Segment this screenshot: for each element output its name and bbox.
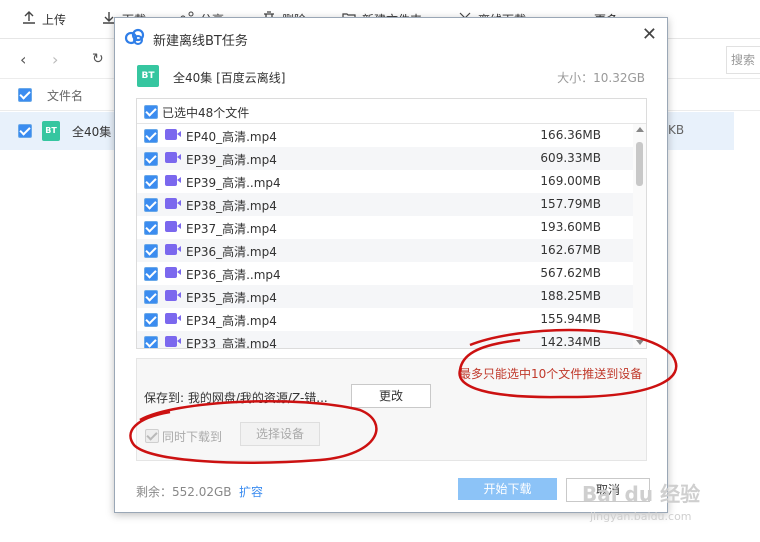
close-icon[interactable]: ✕ bbox=[642, 24, 657, 45]
file-size: 155.94MB bbox=[540, 312, 601, 326]
file-list-row[interactable]: EP36_高清.mp4 162.67MB bbox=[137, 239, 633, 262]
file-name: EP37_高清.mp4 bbox=[186, 222, 277, 236]
video-file-icon bbox=[165, 221, 181, 232]
download-settings-panel: 最多只能选中10个文件推送到设备 保存到: 我的网盘/我的资源/Z-错... 更… bbox=[136, 358, 647, 461]
video-file-icon bbox=[165, 129, 181, 140]
file-size: 609.33MB bbox=[540, 151, 601, 165]
selected-count-label: 已选中48个文件 bbox=[162, 106, 250, 120]
file-list: EP40_高清.mp4 166.36MB EP39_高清.mp4 609.33MB EP… bbox=[137, 124, 633, 348]
file-checkbox[interactable] bbox=[144, 313, 158, 327]
file-name: EP36_高清.mp4 bbox=[186, 245, 277, 259]
file-checkbox[interactable] bbox=[144, 129, 158, 143]
file-checkbox[interactable] bbox=[144, 198, 158, 212]
scroll-up-icon[interactable] bbox=[636, 127, 644, 132]
file-checkbox[interactable] bbox=[144, 290, 158, 304]
free-space-label: 剩余：552.02GB bbox=[136, 485, 232, 499]
file-checkbox[interactable] bbox=[144, 152, 158, 166]
video-file-icon bbox=[165, 290, 181, 301]
select-device-button[interactable]: 选择设备 bbox=[240, 422, 320, 446]
video-file-icon bbox=[165, 313, 181, 324]
file-list-row[interactable]: EP36_高清..mp4 567.62MB bbox=[137, 262, 633, 285]
file-name: EP35_高清.mp4 bbox=[186, 291, 277, 305]
baidu-cloud-logo-icon bbox=[124, 28, 146, 46]
video-file-icon bbox=[165, 152, 181, 163]
file-checkbox[interactable] bbox=[144, 221, 158, 235]
file-list-row[interactable]: EP39_高清.mp4 609.33MB bbox=[137, 147, 633, 170]
video-file-icon bbox=[165, 336, 181, 347]
file-list-row[interactable]: EP40_高清.mp4 166.36MB bbox=[137, 124, 633, 147]
file-list-row[interactable]: EP38_高清.mp4 157.79MB bbox=[137, 193, 633, 216]
select-all-row[interactable]: 已选中48个文件 bbox=[137, 99, 646, 124]
select-all-checkbox[interactable] bbox=[18, 88, 32, 102]
file-list-scrollbar[interactable] bbox=[633, 124, 646, 348]
file-name: EP40_高清.mp4 bbox=[186, 130, 277, 144]
file-row-checkbox[interactable] bbox=[18, 124, 32, 138]
file-size: 162.67MB bbox=[540, 243, 601, 257]
expand-storage-link[interactable]: 扩容 bbox=[239, 483, 263, 500]
video-file-icon bbox=[165, 198, 181, 209]
file-size: 193.60MB bbox=[540, 220, 601, 234]
file-checkbox[interactable] bbox=[144, 267, 158, 281]
scroll-down-icon[interactable] bbox=[636, 340, 644, 345]
back-button[interactable]: ‹ bbox=[20, 50, 26, 69]
save-path-label: 保存到: 我的网盘/我的资源/Z-错... bbox=[144, 391, 328, 405]
file-list-row[interactable]: EP35_高清.mp4 188.25MB bbox=[137, 285, 633, 308]
select-all-files-checkbox[interactable] bbox=[144, 105, 158, 119]
file-size: 157.79MB bbox=[540, 197, 601, 211]
file-list-row[interactable]: EP39_高清..mp4 169.00MB bbox=[137, 170, 633, 193]
forward-button[interactable]: › bbox=[52, 50, 58, 69]
upload-icon bbox=[22, 10, 36, 28]
file-checkbox[interactable] bbox=[144, 336, 158, 348]
file-size: 166.36MB bbox=[540, 128, 601, 142]
upload-button[interactable]: 上传 bbox=[22, 10, 66, 28]
sync-download-label: 同时下载到 bbox=[162, 430, 223, 444]
new-bt-task-dialog: 新建离线BT任务 ✕ BT 全40集 [百度云离线] 大小：10.32GB 已选… bbox=[114, 17, 668, 513]
file-list-row[interactable]: EP33_高清.mp4 142.34MB bbox=[137, 331, 633, 348]
file-name: EP38_高清.mp4 bbox=[186, 199, 277, 213]
file-name: EP33_高清.mp4 bbox=[186, 337, 277, 348]
refresh-button[interactable]: ↻ bbox=[92, 51, 104, 67]
column-header-filename[interactable]: 文件名 bbox=[47, 87, 83, 104]
dialog-title: 新建离线BT任务 bbox=[153, 34, 248, 49]
file-row-name[interactable]: 全40集 bbox=[72, 123, 111, 140]
baidu-jingyan-watermark: Bai du 经验 jingyan.baidu.com bbox=[582, 478, 732, 538]
search-input[interactable]: 搜索 bbox=[726, 46, 760, 74]
file-selection-list: 已选中48个文件 EP40_高清.mp4 166.36MB EP39_高清.mp4 6… bbox=[136, 98, 647, 349]
dialog-titlebar: 新建离线BT任务 ✕ bbox=[115, 18, 667, 56]
file-name: EP39_高清.mp4 bbox=[186, 153, 277, 167]
upload-label: 上传 bbox=[42, 12, 67, 27]
bt-file-icon: BT bbox=[42, 121, 60, 141]
video-file-icon bbox=[165, 267, 181, 278]
scroll-thumb[interactable] bbox=[636, 142, 643, 186]
video-file-icon bbox=[165, 244, 181, 255]
file-checkbox[interactable] bbox=[144, 175, 158, 189]
task-size: 大小：10.32GB bbox=[557, 71, 645, 85]
sync-download-checkbox[interactable] bbox=[145, 429, 159, 443]
watermark-main-text: Bai du 经验 bbox=[582, 482, 701, 506]
start-download-button[interactable]: 开始下载 bbox=[458, 478, 557, 500]
file-list-row[interactable]: EP34_高清.mp4 155.94MB bbox=[137, 308, 633, 331]
file-checkbox[interactable] bbox=[144, 244, 158, 258]
file-row-size: KB bbox=[668, 123, 685, 137]
change-path-button[interactable]: 更改 bbox=[351, 384, 431, 408]
bt-torrent-icon: BT bbox=[137, 65, 159, 87]
file-size: 142.34MB bbox=[540, 335, 601, 348]
video-file-icon bbox=[165, 175, 181, 186]
task-name: 全40集 [百度云离线] bbox=[173, 71, 286, 85]
file-name: EP36_高清..mp4 bbox=[186, 268, 281, 282]
watermark-url-text: jingyan.baidu.com bbox=[590, 510, 692, 523]
file-name: EP34_高清.mp4 bbox=[186, 314, 277, 328]
file-size: 188.25MB bbox=[540, 289, 601, 303]
device-limit-warning: 最多只能选中10个文件推送到设备 bbox=[459, 367, 643, 381]
file-list-row[interactable]: EP37_高清.mp4 193.60MB bbox=[137, 216, 633, 239]
file-size: 567.62MB bbox=[540, 266, 601, 280]
file-size: 169.00MB bbox=[540, 174, 601, 188]
file-name: EP39_高清..mp4 bbox=[186, 176, 281, 190]
